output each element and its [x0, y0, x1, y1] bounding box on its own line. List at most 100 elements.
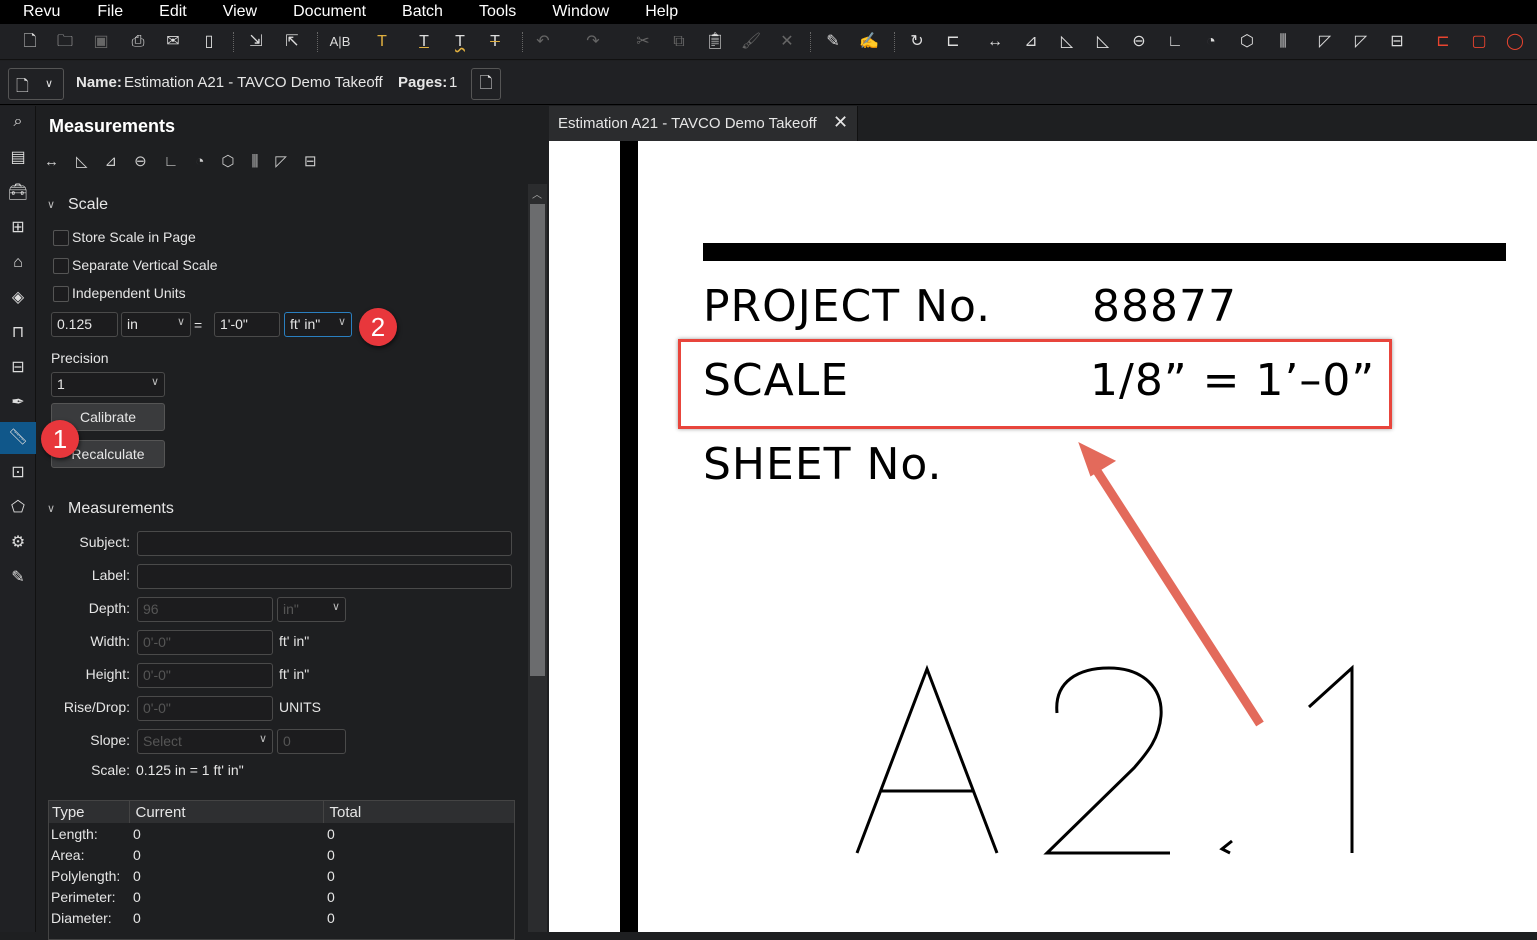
delete-icon[interactable]: ✕ — [776, 31, 798, 53]
properties-gear-icon[interactable]: ⚙ — [0, 527, 36, 559]
subject-input[interactable] — [137, 531, 512, 556]
measurements-ruler-icon[interactable]: 📏︎ — [0, 422, 36, 454]
tags-icon[interactable]: ⌂ — [0, 247, 36, 279]
count-tool-icon[interactable]: ⫼ — [1272, 31, 1294, 53]
depth-unit-select[interactable]: in" ∨ — [277, 597, 346, 622]
main-toolbar: 🗋 🗀 ▣ ⎙ ✉ ▯ ⇲ ⇱ A|B T T T T ↶ ↷ ✂ ⧉ 📋︎ 🖌… — [0, 24, 1537, 60]
add-page-button[interactable]: 🗋 — [471, 68, 501, 100]
pen-icon[interactable]: ✎ — [822, 31, 844, 53]
separate-vertical-checkbox[interactable] — [53, 258, 69, 274]
diameter-tool-icon[interactable]: ⊖ — [1128, 31, 1150, 53]
scroll-thumb[interactable] — [530, 204, 545, 676]
cutout-tool-icon[interactable]: ◸ — [1314, 31, 1336, 53]
slope-number-input[interactable]: 0 — [277, 729, 346, 754]
collapse-scale-icon[interactable]: ∨ — [47, 198, 55, 211]
real-unit-select[interactable]: ft' in" ∨ — [284, 312, 352, 337]
scale-section-header[interactable]: Scale — [68, 196, 108, 214]
menu-help[interactable]: Help — [645, 3, 678, 21]
depth-input[interactable]: 96 — [137, 597, 273, 622]
callout-badge-2: 2 — [359, 308, 397, 346]
copy-icon[interactable]: ⧉ — [668, 31, 690, 53]
height-unit: ft' in" — [279, 666, 310, 682]
collapse-measurements-icon[interactable]: ∨ — [47, 502, 55, 515]
file-access-icon[interactable]: ⊞ — [0, 212, 36, 244]
save-icon[interactable]: ▣ — [90, 31, 112, 53]
menu-revu[interactable]: Revu — [23, 3, 60, 21]
text-markup-icon[interactable]: T — [371, 31, 393, 53]
cut-icon[interactable]: ✂ — [632, 31, 654, 53]
menu-edit[interactable]: Edit — [159, 3, 187, 21]
export-icon[interactable]: ⇱ — [281, 31, 303, 53]
menu-tools[interactable]: Tools — [479, 3, 516, 21]
stamps-icon[interactable]: ⊟ — [0, 352, 36, 384]
height-input[interactable]: 0'-0" — [137, 663, 273, 688]
volume-tool-icon[interactable]: ⬡ — [1236, 31, 1258, 53]
format-painter-icon[interactable]: 🖌︎ — [740, 31, 762, 53]
menu-batch[interactable]: Batch — [402, 3, 443, 21]
redo-icon[interactable]: ↷ — [582, 31, 604, 53]
label-input[interactable] — [137, 564, 512, 589]
bookmarks-icon[interactable]: ⊓ — [0, 317, 36, 349]
underline-icon[interactable]: T — [413, 31, 435, 53]
precision-select[interactable]: 1 ∨ — [51, 372, 165, 397]
search-icon[interactable]: ⌕ — [0, 106, 36, 138]
new-document-icon[interactable]: 🗋 — [19, 31, 41, 53]
highlighter-icon[interactable]: ✍ — [858, 31, 880, 53]
rotate-icon[interactable]: ↻ — [906, 31, 928, 53]
width-input[interactable]: 0'-0" — [137, 630, 273, 655]
flag-icon[interactable]: ⊏ — [942, 31, 964, 53]
panel-scrollbar[interactable]: ︿ — [528, 184, 547, 932]
toolchest-icon[interactable]: 🧰︎ — [0, 177, 36, 209]
measure-tool-row[interactable]: ↔◺⊿⊖∟◔⬡⫼◸⊟ — [44, 152, 444, 176]
menu-view[interactable]: View — [223, 3, 257, 21]
column-header-total[interactable]: Total — [323, 801, 514, 823]
signatures-icon[interactable]: ✒ — [0, 387, 36, 419]
open-icon[interactable]: 🗀 — [54, 31, 76, 53]
column-header-current[interactable]: Current — [129, 801, 324, 823]
measurements-section-header[interactable]: Measurements — [68, 500, 174, 518]
import-icon[interactable]: ⇲ — [245, 31, 267, 53]
length-tool-icon[interactable]: ↔ — [984, 31, 1006, 53]
rectangle-space-icon[interactable]: ▢ — [1468, 31, 1490, 53]
ellipse-space-icon[interactable]: ◯ — [1504, 31, 1526, 53]
layers-icon[interactable]: ◈ — [0, 282, 36, 314]
document-menu-button[interactable]: 🗋 ∨ — [8, 68, 64, 100]
paste-icon[interactable]: 📋︎ — [704, 31, 726, 53]
real-value-input[interactable]: 1'-0" — [214, 312, 280, 337]
scale-unit-select[interactable]: in ∨ — [121, 312, 191, 337]
polylength-tool-icon[interactable]: ⊿ — [1020, 31, 1042, 53]
store-scale-checkbox[interactable] — [53, 230, 69, 246]
dynamic-fill-icon[interactable]: ◸ — [1350, 31, 1372, 53]
menu-file[interactable]: File — [97, 3, 123, 21]
markups-icon[interactable]: ⬠ — [0, 492, 36, 524]
spaces-icon[interactable]: ⊡ — [0, 457, 36, 489]
radius-tool-icon[interactable]: ◔ — [1200, 31, 1222, 53]
notebook-icon[interactable]: ▯ — [198, 31, 220, 53]
menu-window[interactable]: Window — [552, 3, 609, 21]
rise-drop-input[interactable]: 0'-0" — [137, 696, 273, 721]
document-tab[interactable]: Estimation A21 - TAVCO Demo Takeoff ✕ — [549, 106, 858, 141]
squiggly-icon[interactable]: T — [449, 31, 471, 53]
slope-select[interactable]: Select ∨ — [137, 729, 273, 754]
independent-units-checkbox[interactable] — [53, 286, 69, 302]
scale-value-input[interactable]: 0.125 — [51, 312, 118, 337]
print-icon[interactable]: ⎙ — [127, 31, 149, 53]
thumbnails-icon[interactable]: ▤ — [0, 142, 36, 174]
spell-check-icon[interactable]: A|B — [329, 31, 351, 53]
area-tool-icon[interactable]: ◺ — [1056, 31, 1078, 53]
sketch-to-scale-icon[interactable]: ⊟ — [1386, 31, 1408, 53]
column-header-type[interactable]: Type — [49, 801, 130, 823]
angle-tool-icon[interactable]: ∟ — [1164, 31, 1186, 53]
document-page[interactable]: PROJECT No. 88877 SCALE 1/8” = 1’–0” SHE… — [549, 141, 1537, 932]
email-icon[interactable]: ✉ — [162, 31, 184, 53]
side-rail: ⌕ ▤ 🧰︎ ⊞ ⌂ ◈ ⊓ ⊟ ✒ 📏︎ ⊡ ⬠ ⚙ ✎ — [0, 106, 36, 932]
scroll-up-icon[interactable]: ︿ — [532, 186, 542, 201]
menu-document[interactable]: Document — [293, 3, 366, 21]
strikethrough-icon[interactable]: T — [484, 31, 506, 53]
forms-icon[interactable]: ✎ — [0, 562, 36, 594]
perimeter-tool-icon[interactable]: ◺ — [1092, 31, 1114, 53]
close-tab-icon[interactable]: ✕ — [833, 112, 848, 133]
undo-icon[interactable]: ↶ — [532, 31, 554, 53]
subject-label: Subject: — [79, 534, 130, 550]
space-icon[interactable]: ⊏ — [1432, 31, 1454, 53]
